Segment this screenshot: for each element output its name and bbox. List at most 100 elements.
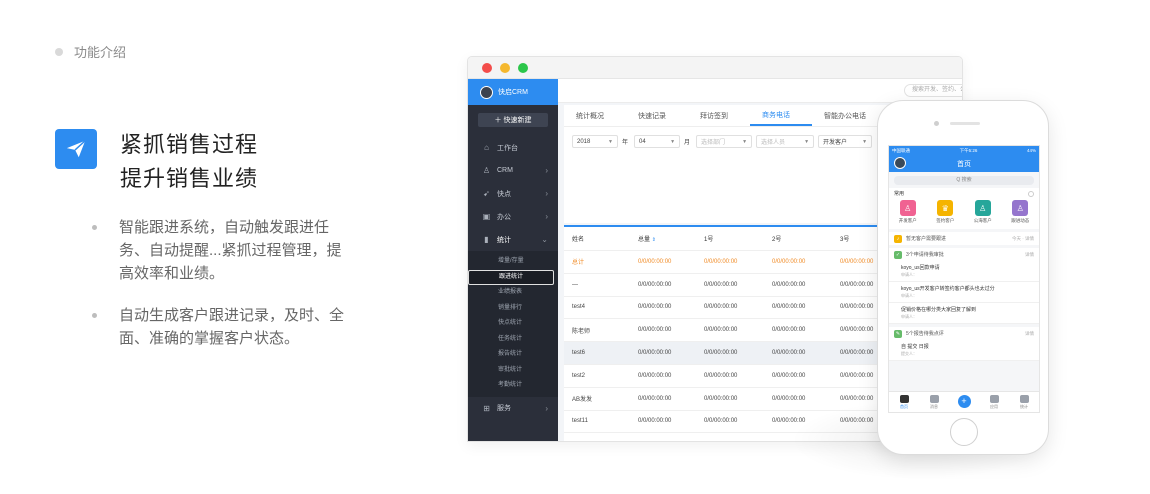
submenu-item[interactable]: 快点统计 bbox=[468, 316, 558, 332]
carrier: 中国联通 bbox=[892, 147, 910, 153]
table-cell: 0/0/00:00:00 bbox=[704, 372, 738, 379]
report-notice[interactable]: ✎ 5个报告待我点评 详情 bbox=[889, 327, 1039, 340]
stats-submenu: 增量/存量 跟进统计 业绩报表 销量排行 快点统计 任务统计 报告统计 审批统计 考勤统计 bbox=[468, 251, 558, 397]
table-cell: 0/0/00:00:00 bbox=[638, 372, 672, 379]
caret-down-icon: ▼ bbox=[608, 138, 613, 145]
submenu-item[interactable]: 销量排行 bbox=[468, 301, 558, 317]
apps-icon bbox=[989, 394, 999, 403]
submenu-item[interactable]: 任务统计 bbox=[468, 332, 558, 348]
brand[interactable]: 快启CRM bbox=[468, 79, 558, 105]
table-cell: test11 bbox=[572, 418, 588, 425]
submenu-item[interactable]: 跟进统计 bbox=[468, 269, 554, 285]
submenu-item[interactable]: 报告统计 bbox=[468, 347, 558, 363]
caret-down-icon: ▼ bbox=[862, 138, 868, 145]
quick-entry[interactable]: ♙ 开发客户 bbox=[891, 200, 925, 224]
customer-icon: ♙ bbox=[974, 200, 991, 216]
department-select[interactable]: 选择部门 ▼ bbox=[696, 135, 753, 148]
tabbar-item-3[interactable]: 应用 bbox=[982, 394, 1006, 410]
column-header-label: 2号 bbox=[772, 237, 782, 243]
table-cell: 0/0/00:00:00 bbox=[638, 395, 672, 402]
tab-1[interactable]: 快速记录 bbox=[626, 105, 688, 126]
global-search-input[interactable]: 搜索开发、签约、公 bbox=[904, 84, 962, 97]
year-unit: 年 bbox=[622, 140, 629, 146]
report-icon: ✎ bbox=[894, 329, 902, 338]
sort-icon[interactable]: ⇕ bbox=[652, 237, 656, 243]
avatar[interactable] bbox=[894, 157, 906, 169]
submenu-item[interactable]: 业绩报表 bbox=[468, 285, 558, 301]
table-cell: test4 bbox=[572, 304, 586, 311]
customer-type-select[interactable]: 开发客户 ▼ bbox=[818, 135, 873, 148]
paper-plane-icon bbox=[55, 129, 97, 169]
quick-entry[interactable]: ♙ 公海客户 bbox=[966, 200, 1000, 224]
tabbar-item-2[interactable]: + bbox=[952, 395, 976, 409]
quick-entry[interactable]: ♛ 签约客户 bbox=[928, 200, 962, 224]
caret-down-icon: ▼ bbox=[670, 138, 676, 145]
month-select[interactable]: 04 ▼ bbox=[634, 135, 681, 148]
sidebar-item-label: 服务 bbox=[497, 405, 511, 412]
brand-name: 快启CRM bbox=[498, 89, 528, 96]
sidebar-item-3[interactable]: ▣ 办公 › bbox=[468, 205, 558, 228]
sidebar-item-service[interactable]: ⊞ 服务 › bbox=[468, 397, 558, 420]
year-select[interactable]: 2018 ▼ bbox=[572, 135, 618, 148]
table-cell: 李蕾A bbox=[564, 440, 630, 441]
customer-icon: ♛ bbox=[937, 200, 954, 216]
tabbar-item-1[interactable]: 消息 bbox=[922, 394, 946, 410]
follow-up-notice[interactable]: ♪ 暂无客户需要跟进 今天 · 详情 bbox=[889, 232, 1039, 245]
hero-title-line2: 提升销售业绩 bbox=[120, 166, 259, 191]
minimize-window-button[interactable] bbox=[500, 62, 510, 73]
tab-0[interactable]: 统计概况 bbox=[564, 105, 626, 126]
approval-item[interactable]: koyo_us回款申请 申请人： bbox=[889, 261, 1039, 282]
sidebar-item-1[interactable]: ♙ CRM › bbox=[468, 159, 558, 182]
tab-2[interactable]: 拜访签到 bbox=[688, 105, 750, 126]
approval-notice[interactable]: ✓ 3个申请待我审批 详情 bbox=[889, 248, 1039, 261]
home-icon bbox=[899, 394, 909, 403]
approval-item[interactable]: koyo_us开发客户转签约客户都头也太过分 申请人： bbox=[889, 282, 1039, 303]
table-cell: 0/0/00:00:00 bbox=[638, 258, 672, 265]
column-header-label: 总量 bbox=[638, 237, 651, 243]
quick-new-button[interactable]: ＋ 快速新建 bbox=[478, 113, 548, 127]
caret-down-icon: ▼ bbox=[804, 138, 810, 145]
quick-entry-label: 开发客户 bbox=[898, 218, 917, 223]
chevron-right-icon: › bbox=[545, 189, 548, 198]
quick-entry[interactable]: ♙ 跟进动态 bbox=[1003, 200, 1037, 224]
column-header[interactable]: 总量 ⇕ bbox=[630, 234, 696, 243]
submenu-item[interactable]: 增量/存量 bbox=[468, 254, 558, 270]
table-cell: 0/0/00:00:00 bbox=[704, 418, 738, 425]
notice-more: 今天 · 详情 bbox=[1012, 235, 1034, 241]
chevron-down-icon: ⌄ bbox=[541, 235, 548, 244]
table-cell: 0/0/00:00:00 bbox=[638, 418, 672, 425]
sidebar-item-0[interactable]: ⌂ 工作台 bbox=[468, 136, 558, 159]
chevron-right-icon: › bbox=[545, 212, 548, 221]
home-button[interactable] bbox=[950, 418, 978, 446]
bell-icon: ♪ bbox=[894, 234, 902, 243]
tabbar-item-4[interactable]: 统计 bbox=[1012, 394, 1036, 410]
submenu-item[interactable]: 考勤统计 bbox=[468, 378, 558, 394]
table-cell: 0/0/00:00:00 bbox=[704, 327, 738, 334]
approval-item[interactable]: 促销价格在哪分类大家回复了解到 申请人： bbox=[889, 303, 1039, 324]
maximize-window-button[interactable] bbox=[518, 62, 528, 73]
report-item[interactable]: 自 提交 日报 提交人： bbox=[889, 340, 1039, 361]
tabbar-item-0[interactable]: 首页 bbox=[892, 394, 916, 410]
close-window-button[interactable] bbox=[482, 62, 492, 73]
mobile-search-input[interactable]: Q 搜索 bbox=[894, 176, 1034, 185]
stats-icon bbox=[1019, 394, 1029, 403]
year-value: 2018 bbox=[577, 138, 591, 145]
submenu-item[interactable]: 审批统计 bbox=[468, 363, 558, 379]
sidebar-item-4[interactable]: ▮ 统计 ⌄ bbox=[468, 228, 558, 251]
sidebar-item-2[interactable]: ➹ 快点 › bbox=[468, 182, 558, 205]
table-cell: 0/0/00:00:00 bbox=[704, 281, 738, 288]
quick-entry-label: 签约客户 bbox=[936, 218, 955, 223]
table-cell: 0/0/00:00:00 bbox=[772, 372, 806, 379]
settings-icon[interactable] bbox=[1028, 190, 1034, 197]
table-cell: 0/0/00:00:00 bbox=[704, 350, 738, 357]
quick-entry-label: 跟进动态 bbox=[1011, 218, 1030, 223]
avatar bbox=[480, 85, 493, 99]
column-header-label: 姓名 bbox=[572, 237, 585, 243]
tabbar-label: 消息 bbox=[930, 403, 938, 409]
caret-down-icon: ▼ bbox=[742, 138, 748, 145]
table-cell: 0/0/00:00:00 bbox=[772, 327, 806, 334]
table-cell: 0/0/00:00:00 bbox=[638, 281, 672, 288]
staff-select[interactable]: 选择人员 ▼ bbox=[756, 135, 815, 148]
notice-label: 3个申请待我审批 bbox=[906, 252, 944, 258]
tab-3[interactable]: 商务电话 bbox=[750, 105, 812, 126]
